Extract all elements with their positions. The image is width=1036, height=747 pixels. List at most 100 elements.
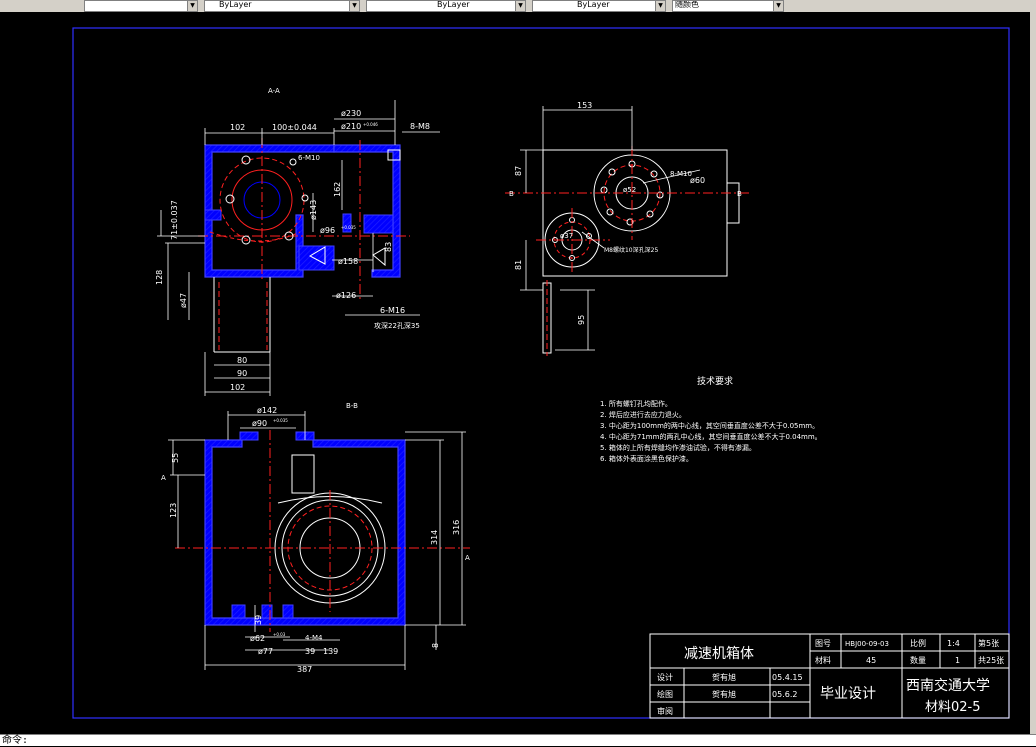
section-marker-b-left: B (509, 190, 514, 198)
dim-128: 128 (155, 270, 164, 285)
dim-d143: ø143 (309, 200, 318, 220)
section-aa-label: A-A (268, 87, 280, 95)
material-value: 45 (866, 656, 876, 665)
dim-71: 71±0.037 (170, 200, 179, 240)
school-name: 西南交通大学 (906, 677, 990, 694)
dim-83: 83 (384, 242, 393, 252)
designer-name: 贺有旭 (712, 672, 736, 682)
section-marker-a-left: A (161, 474, 166, 482)
title-block-text: 减速机箱体 图号 HBJ00-09-03 比例 1:4 第5张 材料 45 数量… (657, 638, 1004, 716)
design-date: 05.4.15 (772, 673, 803, 682)
drawing-canvas[interactable]: A-A ø230 ø210 +0.046 8-M8 102 100±0.044 … (0, 12, 1030, 734)
dim-87: 87 (514, 166, 523, 176)
dim-314: 314 (430, 530, 439, 545)
tech-item: 2. 焊后应进行去应力退火。 (600, 410, 686, 419)
dim-55: 55 (171, 453, 180, 463)
section-bb-label: B-B (346, 402, 358, 410)
dim-39-horizontal: 39 (305, 647, 315, 656)
dim-81: 81 (514, 260, 523, 270)
part-name: 减速机箱体 (684, 646, 754, 662)
drawing-no: HBJ00-09-03 (845, 640, 889, 648)
drawing-frame (72, 27, 1010, 719)
command-line[interactable]: 命令: (0, 734, 1036, 746)
tech-item: 4. 中心距为71mm的两孔中心线，其空间垂直度公差不大于0.04mm。 (600, 432, 822, 441)
chevron-down-icon[interactable]: ▼ (187, 1, 197, 11)
technical-requirements: 技术要求 1. 所有螺钉孔均配作。 2. 焊后应进行去应力退火。 3. 中心距为… (600, 375, 822, 463)
review-label: 审阅 (657, 706, 673, 716)
dim-side-m10: 8-M10 (670, 170, 692, 178)
tol-d90: +0.035 (273, 418, 288, 423)
sheet-number: 第5张 (978, 638, 999, 648)
dim-95: 95 (577, 315, 586, 325)
dim-m16: 6-M16 (380, 306, 405, 315)
dim-d126: ø126 (336, 291, 356, 300)
layer-dropdown[interactable]: ▼ (84, 0, 198, 12)
dim-d37: ø37 (560, 232, 573, 240)
dim-100: 100±0.044 (272, 123, 317, 132)
dim-d158: ø158 (338, 257, 358, 266)
dim-387: 387 (297, 665, 312, 674)
dim-102-bottom: 102 (230, 383, 245, 392)
properties-toolbar: ▼ ByLayer ▼ ByLayer ▼ ByLayer ▼ 随颜色 ▼ (0, 0, 1036, 12)
dim-123: 123 (169, 503, 178, 518)
draw-date: 05.6.2 (772, 690, 797, 699)
dim-d210: ø210 (341, 122, 361, 131)
drawing-no-label: 图号 (815, 639, 831, 648)
dim-102-top: 102 (230, 123, 245, 132)
scale-label: 比例 (910, 638, 926, 648)
tol-d96: +0.035 (341, 225, 356, 230)
tech-item: 6. 箱体外表面涂黑色保护漆。 (600, 454, 693, 463)
section-marker-a-right: A (465, 554, 470, 562)
dim-8: 8 (431, 643, 440, 648)
dim-d62: ø62 (250, 634, 265, 643)
drafter-name: 贺有旭 (712, 689, 736, 699)
lineweight-dropdown[interactable]: ByLayer ▼ (532, 0, 666, 12)
chevron-down-icon[interactable]: ▼ (655, 1, 665, 11)
dim-d142: ø142 (257, 406, 277, 415)
dim-m10: 6-M10 (298, 154, 320, 162)
tol-d62: +0.03 (273, 632, 286, 637)
dim-39-vertical: 39 (254, 615, 263, 625)
command-prompt: 命令: (2, 735, 29, 746)
chevron-down-icon[interactable]: ▼ (515, 1, 525, 11)
section-marker-b-right: B (737, 190, 742, 198)
dim-m4: 4-M4 (305, 634, 323, 642)
section-bb-view: B-B ø142 ø90 +0.035 55 123 314 316 39 ø6… (161, 402, 470, 674)
quantity-label: 数量 (910, 655, 926, 665)
tech-title: 技术要求 (697, 375, 733, 387)
section-aa-view: A-A ø230 ø210 +0.046 8-M8 102 100±0.044 … (155, 87, 440, 396)
linetype-dropdown[interactable]: ByLayer ▼ (366, 0, 526, 12)
dim-d230: ø230 (341, 109, 361, 118)
draw-label: 绘图 (657, 689, 673, 699)
tech-item: 5. 箱体的上所有焊缝均作渗油试验，不得有渗漏。 (600, 443, 756, 452)
class-name: 材料02-5 (925, 700, 981, 715)
dim-d90: ø90 (252, 419, 267, 428)
dim-90: 90 (237, 369, 247, 378)
tol-d210: +0.046 (363, 122, 378, 127)
quantity-value: 1 (955, 656, 960, 665)
dim-m8: 8-M8 (410, 122, 430, 131)
dim-d47: ø47 (179, 293, 188, 308)
project-name: 毕业设计 (820, 686, 876, 702)
dim-316: 316 (452, 520, 461, 535)
tech-item: 1. 所有螺钉孔均配作。 (600, 399, 672, 408)
dim-80: 80 (237, 356, 247, 365)
dim-139: 139 (323, 647, 338, 656)
plotstyle-dropdown[interactable]: 随颜色 ▼ (672, 0, 784, 12)
chevron-down-icon[interactable]: ▼ (349, 1, 359, 11)
vertical-scrollbar[interactable] (1030, 12, 1036, 734)
material-label: 材料 (815, 655, 831, 665)
dim-m8-note: M8螺纹10深孔深25 (604, 246, 658, 254)
design-label: 设计 (657, 672, 673, 682)
scale-value: 1:4 (947, 639, 960, 648)
side-view: 153 87 81 95 8-M10 ø60 ø52 ø37 M8螺纹10深孔深… (505, 101, 750, 356)
dim-d60: ø60 (690, 176, 705, 185)
dim-m16-note: 攻深22孔深35 (374, 321, 420, 330)
dim-d77: ø77 (258, 647, 273, 656)
dim-d96: ø96 (320, 226, 335, 235)
chevron-down-icon[interactable]: ▼ (773, 1, 783, 11)
dim-d52: ø52 (623, 186, 636, 194)
color-dropdown[interactable]: ByLayer ▼ (204, 0, 360, 12)
tech-item: 3. 中心距为100mm的两中心线，其空间垂直度公差不大于0.05mm。 (600, 421, 819, 430)
dim-162: 162 (333, 182, 342, 197)
